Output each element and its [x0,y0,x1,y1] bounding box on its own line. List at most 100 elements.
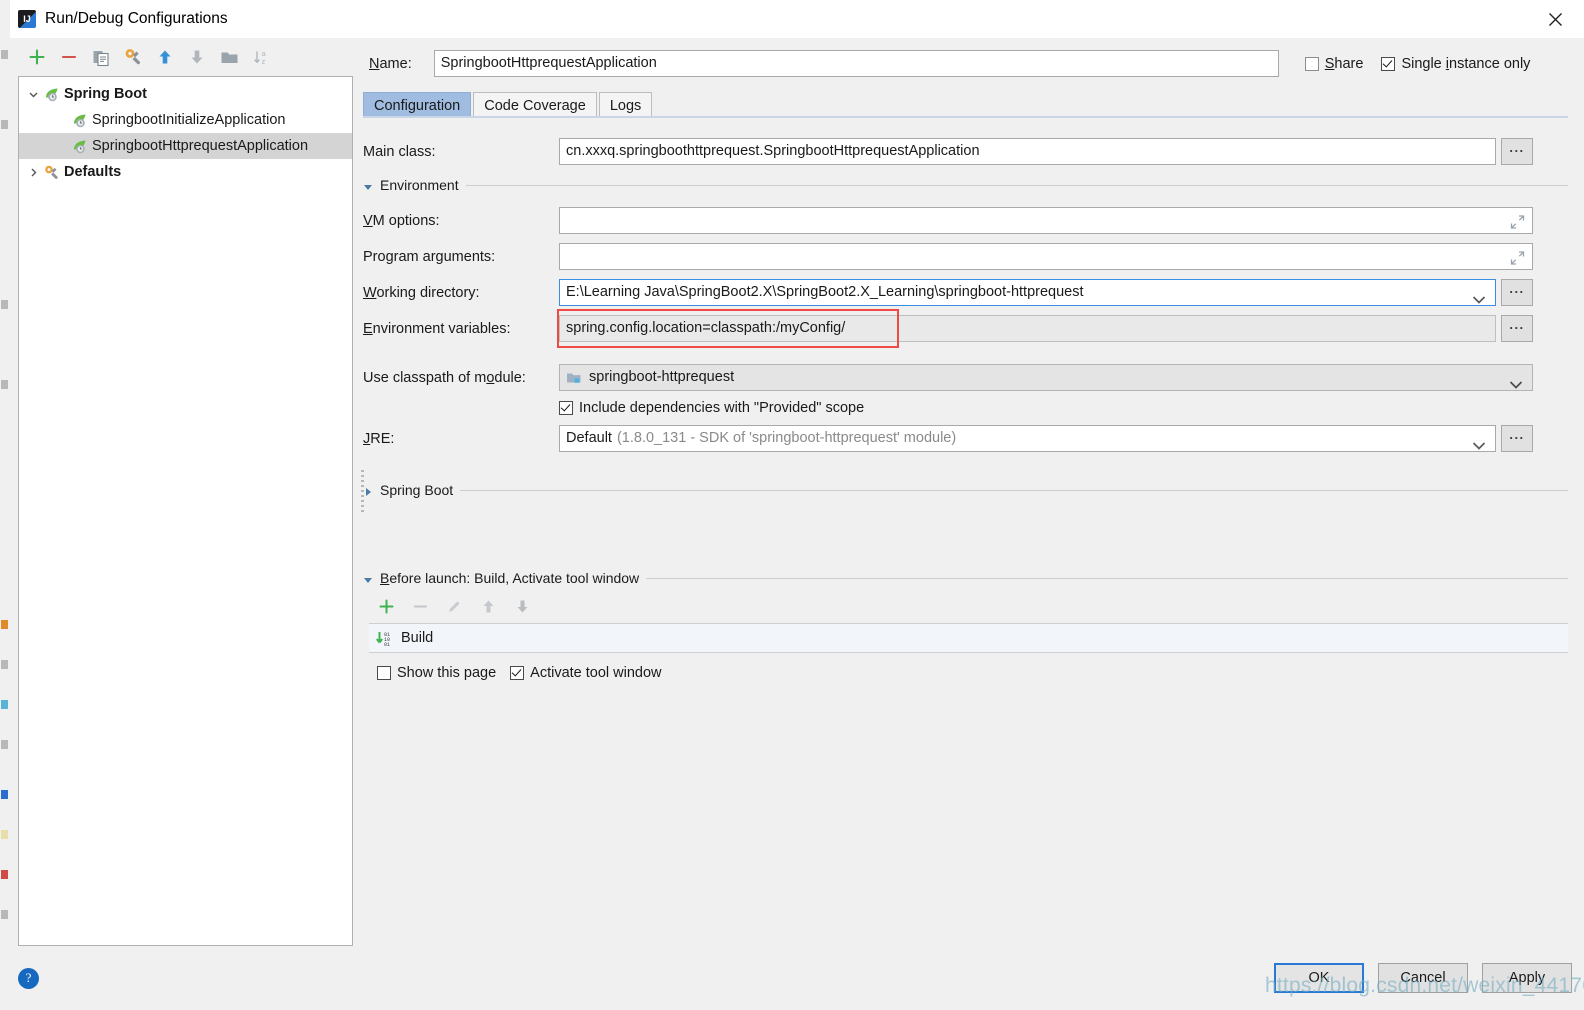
jre-browse-button[interactable]: ... [1501,425,1533,452]
jre-select[interactable]: Default (1.8.0_131 - SDK of 'springboot-… [559,425,1496,452]
jre-value: Default [566,430,612,446]
use-classpath-of-module-value: springboot-httprequest [589,369,735,385]
checkbox-box [1304,56,1319,71]
show-this-page-label: Show this page [397,665,497,681]
copy-configuration-button[interactable] [86,42,116,72]
pencil-icon[interactable] [439,592,469,620]
spring-boot-section-header[interactable]: Spring Boot [363,482,1568,498]
share-label: Share [1324,55,1364,72]
tree-node-label: Defaults [64,164,122,180]
configurations-tree[interactable]: Spring Boot SpringbootInitializeApplicat… [18,76,353,946]
single-instance-only-label: Single instance only [1401,55,1531,72]
working-directory-input[interactable]: E:\Learning Java\SpringBoot2.X\SpringBoo… [559,279,1496,306]
tree-node-label: SpringbootHttprequestApplication [92,138,309,154]
activate-tool-window-checkbox[interactable]: Activate tool window [510,665,662,681]
working-directory-label: Working directory: [363,284,480,301]
use-classpath-of-module-select[interactable]: springboot-httprequest [559,364,1533,391]
jre-hint: (1.8.0_131 - SDK of 'springboot-httprequ… [616,430,957,446]
environment-section-header[interactable]: Environment [363,177,1568,193]
run-debug-configurations-dialog: Run/Debug Configurations [10,0,1584,1010]
single-instance-only-checkbox[interactable]: Single instance only [1381,56,1530,72]
tree-node-springboot-httprequest-application[interactable]: SpringbootHttprequestApplication [19,133,352,159]
share-options: Share Single instance only [1304,55,1530,72]
program-arguments-row: Program arguments: [363,243,1568,270]
before-launch-label: Before launch: Build, Activate tool wind… [380,570,640,586]
environment-variables-browse-button[interactable]: ... [1501,315,1533,342]
section-divider [460,489,1568,491]
jre-label: JRE: [363,430,395,447]
vm-options-input[interactable] [559,207,1533,234]
gear-wrench-icon[interactable] [118,42,148,72]
configurations-pane: a z Spring Boot SpringbootInitializeAppl… [10,38,355,946]
close-icon[interactable] [1526,0,1584,38]
svg-text:01: 01 [384,642,390,647]
tree-node-defaults[interactable]: Defaults [19,159,352,185]
share-checkbox[interactable]: Share [1304,55,1364,72]
tab-code-coverage[interactable]: Code Coverage [473,92,597,118]
apply-button[interactable]: Apply [1482,963,1572,993]
arrow-up-icon[interactable] [150,42,180,72]
triangle-down-icon [363,180,373,190]
chevron-down-icon[interactable] [1472,434,1486,450]
remove-task-button[interactable] [405,592,435,620]
add-task-button[interactable] [371,592,401,620]
triangle-down-icon [363,573,373,583]
question-mark-icon[interactable]: ? [18,967,39,989]
show-this-page-checkbox[interactable]: Show this page [377,665,496,681]
sort-az-icon[interactable]: a z [246,42,276,72]
vm-options-label: VM options: [363,212,440,229]
folder-icon[interactable] [214,42,244,72]
dialog-title: Run/Debug Configurations [45,10,228,27]
checkbox-box [1381,56,1396,71]
cancel-button[interactable]: Cancel [1378,963,1468,993]
svg-text:z: z [261,57,265,66]
use-classpath-of-module-row: Use classpath of module: springboot-http… [363,364,1568,391]
add-configuration-button[interactable] [22,42,52,72]
tree-node-spring-boot[interactable]: Spring Boot [19,81,352,107]
include-provided-checkbox[interactable]: Include dependencies with "Provided" sco… [559,400,864,416]
tree-node-springboot-initialize-application[interactable]: SpringbootInitializeApplication [19,107,352,133]
environment-section-label: Environment [380,177,459,193]
jre-row: JRE: Default (1.8.0_131 - SDK of 'spring… [363,425,1568,452]
intellij-idea-icon [18,10,36,28]
main-class-input[interactable]: cn.xxxq.springboothttprequest.Springboot… [559,138,1496,165]
before-launch-section-header[interactable]: Before launch: Build, Activate tool wind… [363,570,1568,586]
before-launch-toolbar [363,592,1568,620]
environment-variables-label: Environment variables: [363,320,511,337]
gear-wrench-icon [43,164,60,181]
tab-underline [363,116,1568,118]
chevron-down-icon[interactable] [23,84,43,104]
program-arguments-input[interactable] [559,243,1533,270]
before-launch-task-list[interactable]: 01 10 01 Build [369,623,1568,653]
module-icon [566,370,582,386]
tab-configuration[interactable]: Configuration [363,92,472,118]
tab-logs[interactable]: Logs [598,92,653,118]
working-directory-value: E:\Learning Java\SpringBoot2.X\SpringBoo… [566,284,1084,300]
include-provided-label: Include dependencies with "Provided" sco… [579,400,865,416]
dialog-body: a z Spring Boot SpringbootInitializeAppl… [10,38,1584,946]
working-directory-browse-button[interactable]: ... [1501,279,1533,306]
checkbox-box [510,666,525,680]
configuration-editor-pane: Name: Share Single instance only Configu… [355,38,1584,946]
ok-button[interactable]: OK [1274,963,1364,993]
expand-arrows-icon[interactable] [1510,249,1525,265]
name-input[interactable] [433,50,1279,77]
expand-arrows-icon[interactable] [1510,213,1525,229]
remove-configuration-button[interactable] [54,42,84,72]
chevron-down-icon[interactable] [1472,288,1486,304]
dialog-titlebar: Run/Debug Configurations [10,0,1584,38]
move-task-up-button[interactable] [473,592,503,620]
main-class-browse-button[interactable]: ... [1501,138,1533,165]
chevron-right-icon[interactable] [23,162,43,182]
chevron-down-icon[interactable] [1509,373,1523,389]
main-class-label: Main class: [363,143,436,160]
name-label: Name: [369,55,412,72]
arrow-down-icon[interactable] [182,42,212,72]
before-launch-options: Show this page Activate tool window [363,665,1568,681]
environment-variables-input[interactable]: spring.config.location=classpath:/myConf… [559,315,1496,342]
section-divider [646,577,1568,579]
move-task-down-button[interactable] [507,592,537,620]
section-divider [465,184,1568,186]
environment-variables-row: Environment variables: spring.config.loc… [363,309,1568,348]
tree-node-label: Spring Boot [64,86,147,102]
